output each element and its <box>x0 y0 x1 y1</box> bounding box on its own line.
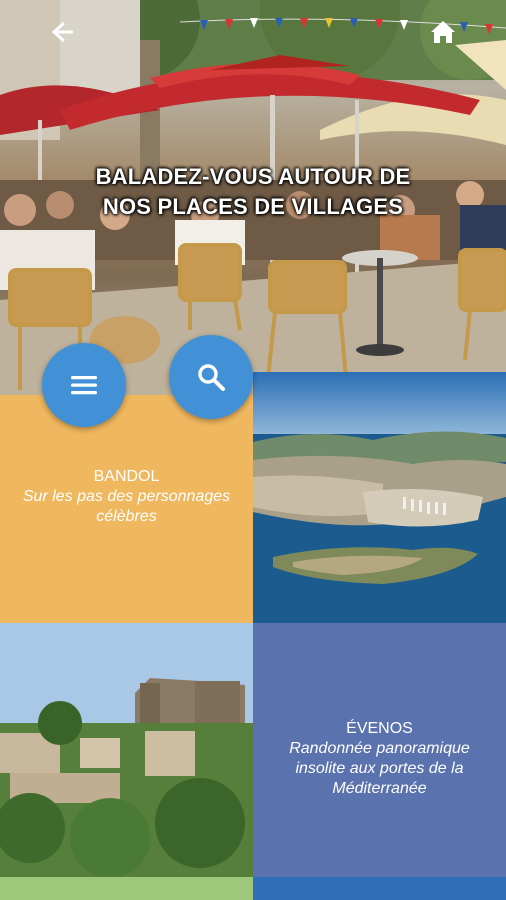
tile-evenos-text: ÉVENOS Randonnée panoramique insolite au… <box>253 719 506 799</box>
tile-evenos-title: ÉVENOS <box>346 720 413 737</box>
tile-bandol-title: BANDOL <box>93 468 160 485</box>
tile-bandol-subtitle: Sur les pas des personnages célèbres <box>22 488 231 525</box>
tile-evenos[interactable]: ÉVENOS Randonnée panoramique insolite au… <box>253 623 506 877</box>
hero-title-line-2: NOS PLACES DE VILLAGES <box>102 194 404 219</box>
back-arrow-icon[interactable] <box>50 20 74 44</box>
tile-bandol-photo[interactable] <box>253 372 506 623</box>
next-tile-right-edge[interactable] <box>253 877 506 900</box>
hamburger-menu-icon <box>71 376 97 395</box>
tile-evenos-subtitle: Randonnée panoramique insolite aux porte… <box>289 740 470 797</box>
home-icon[interactable] <box>430 20 456 44</box>
next-tile-left-edge[interactable] <box>0 877 253 900</box>
evenos-village-photo <box>0 623 253 877</box>
hero-banner: BALADEZ-VOUS AUTOUR DE NOS PLACES DE VIL… <box>0 0 506 395</box>
tile-evenos-photo[interactable] <box>0 623 253 877</box>
search-icon <box>198 364 225 391</box>
search-button[interactable] <box>169 335 253 419</box>
tile-bandol[interactable]: BANDOL Sur les pas des personnages célèb… <box>0 395 253 623</box>
bandol-aerial-photo <box>253 372 506 623</box>
menu-button[interactable] <box>42 343 126 427</box>
hero-title-line-1: BALADEZ-VOUS AUTOUR DE <box>95 164 411 189</box>
tile-bandol-text: BANDOL Sur les pas des personnages célèb… <box>0 467 253 527</box>
